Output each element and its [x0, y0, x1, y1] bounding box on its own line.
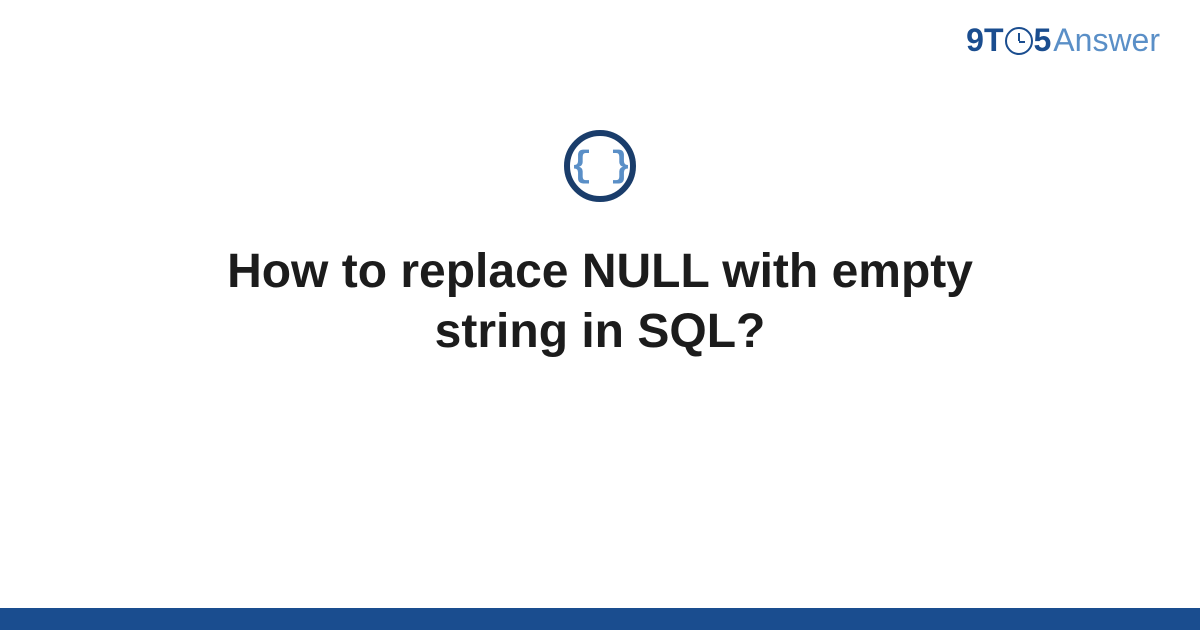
- brand-text-9t: 9T: [966, 22, 1003, 59]
- code-braces-icon: { }: [564, 130, 636, 202]
- clock-icon: [1005, 27, 1033, 55]
- main-content: { } How to replace NULL with empty strin…: [0, 130, 1200, 362]
- brand-text-answer: Answer: [1053, 22, 1160, 59]
- braces-glyph: { }: [571, 146, 630, 187]
- brand-text-5: 5: [1034, 22, 1052, 59]
- question-title: How to replace NULL with empty string in…: [150, 242, 1050, 362]
- brand-logo: 9T 5 Answer: [966, 22, 1160, 59]
- footer-accent-bar: [0, 608, 1200, 630]
